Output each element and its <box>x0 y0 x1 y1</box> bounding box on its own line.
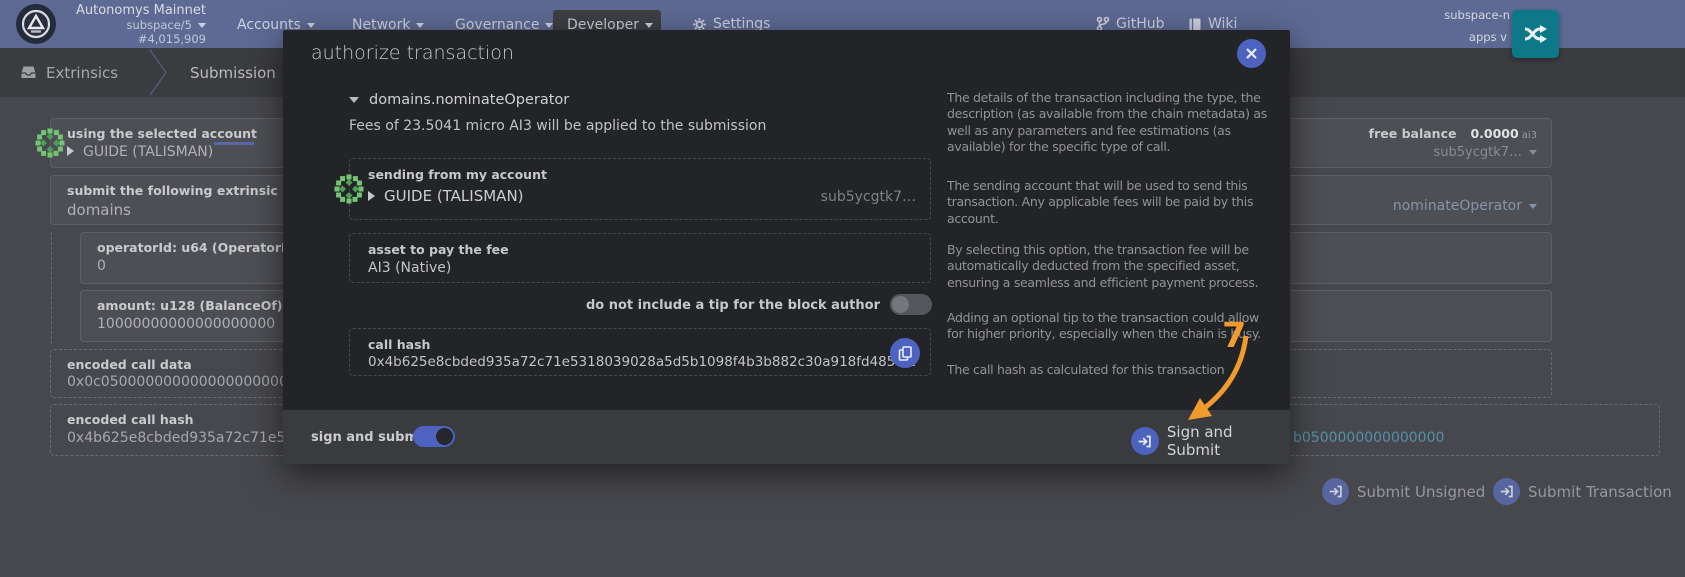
chain-name: Autonomys Mainnet <box>64 3 206 18</box>
authorize-transaction-modal: authorize transaction domains.nominateOp… <box>283 30 1290 464</box>
triangle-logo-icon <box>20 8 52 40</box>
chevron-down-icon <box>1529 150 1537 155</box>
copy-icon <box>898 346 912 361</box>
toggle-knob <box>892 296 909 313</box>
best-block-number: #4,015,909 <box>64 32 206 46</box>
modal-title: authorize transaction <box>311 42 514 64</box>
chevron-down-icon <box>416 23 424 28</box>
random-account-button[interactable] <box>1512 10 1559 58</box>
expand-triangle-icon <box>67 146 74 156</box>
tab-extrinsics[interactable]: Extrinsics <box>46 64 118 82</box>
annotation-arrow <box>1150 330 1260 440</box>
tab-submission[interactable]: Submission <box>190 64 276 82</box>
sending-account-address: sub5ycgtk7… <box>821 189 916 205</box>
extrinsic-method-dropdown[interactable]: nominateOperator <box>1393 198 1537 214</box>
modal-footer: sign and submit Sign and Submit <box>283 410 1290 464</box>
account-identicon <box>32 125 68 161</box>
copy-button[interactable] <box>890 338 920 368</box>
free-balance-label: free balance <box>1369 126 1457 141</box>
extrinsic-label: submit the following extrinsic <box>67 183 278 198</box>
sending-account-label: sending from my account <box>368 167 547 182</box>
chevron-down-icon <box>349 97 359 103</box>
close-button[interactable] <box>1237 39 1266 68</box>
breadcrumb-divider <box>146 48 172 97</box>
extrinsics-icon <box>20 64 37 80</box>
submit-transaction-button[interactable]: Submit Transaction <box>1493 478 1672 505</box>
encoded-call-data-tail: b0500000000000000 <box>1293 430 1444 446</box>
fee-asset-value: AI3 (Native) <box>368 260 451 276</box>
amount-value: 10000000000000000000 <box>97 316 275 332</box>
extrinsic-pallet-value: domains <box>67 201 131 219</box>
sender-description: The sending account that will be used to… <box>947 178 1277 227</box>
free-balance-unit: ai3 <box>1522 130 1537 141</box>
amount-label: amount: u128 (BalanceOf) <box>97 298 282 313</box>
submit-unsigned-button[interactable]: Submit Unsigned <box>1322 478 1485 505</box>
sender-identicon <box>331 171 367 207</box>
account-address-short[interactable]: sub5ycgtk7… <box>1433 145 1537 160</box>
operator-id-label: operatorId: u64 (OperatorId) <box>97 240 300 255</box>
free-balance-value: 0.0000 <box>1470 126 1518 141</box>
encoded-call-hash-label: encoded call hash <box>67 412 194 427</box>
tip-toggle[interactable] <box>890 294 932 315</box>
operator-id-value: 0 <box>97 258 106 274</box>
shuffle-icon <box>1523 23 1549 45</box>
call-hash-value: 0x4b625e8cbded935a72c71e5318039028a5d5b1… <box>368 354 916 370</box>
close-icon <box>1245 47 1258 60</box>
fees-text: Fees of 23.5041 micro AI3 will be applie… <box>349 118 766 134</box>
autonomys-logo[interactable] <box>16 4 56 44</box>
sign-in-icon <box>1493 478 1520 505</box>
sign-in-icon <box>1322 478 1349 505</box>
chain-network: subspace/5 <box>64 18 206 32</box>
sign-and-submit-toggle[interactable] <box>413 426 455 447</box>
fee-asset-box[interactable]: asset to pay the fee AI3 (Native) <box>349 233 931 283</box>
chevron-down-icon <box>645 23 653 28</box>
call-hash-box: call hash 0x4b625e8cbded935a72c71e531803… <box>349 328 931 376</box>
params-rail <box>51 232 52 344</box>
free-balance: free balance 0.0000 ai3 <box>1369 126 1537 141</box>
selected-account-label: using the selected account <box>67 126 257 141</box>
call-hash-label: call hash <box>368 337 430 352</box>
chevron-down-icon <box>307 23 315 28</box>
expand-triangle-icon <box>368 191 375 201</box>
chain-selector[interactable]: Autonomys Mainnet subspace/5 #4,015,909 <box>64 3 206 46</box>
apps-version-text: apps v <box>1307 30 1507 44</box>
call-section-expander[interactable]: domains.nominateOperator <box>349 92 569 108</box>
sign-and-submit-toggle-label: sign and submit <box>311 430 429 445</box>
asset-description: By selecting this option, the transactio… <box>947 242 1277 291</box>
details-description: The details of the transaction including… <box>947 90 1277 155</box>
active-tab-indicator <box>214 142 254 145</box>
selected-account-value: GUIDE (TALISMAN) <box>67 144 213 160</box>
tip-toggle-label: do not include a tip for the block autho… <box>349 298 880 313</box>
chevron-down-icon <box>1529 204 1537 209</box>
encoded-call-data-label: encoded call data <box>67 357 192 372</box>
sending-account-box[interactable]: sending from my account GUIDE (TALISMAN)… <box>349 158 931 220</box>
fee-asset-label: asset to pay the fee <box>368 242 509 257</box>
node-version-text: subspace-n <box>1310 8 1510 22</box>
sending-account-value: GUIDE (TALISMAN) <box>368 187 524 205</box>
chevron-down-icon <box>198 23 206 28</box>
toggle-knob <box>436 428 453 445</box>
app-screen: Autonomys Mainnet subspace/5 #4,015,909 … <box>0 0 1685 577</box>
